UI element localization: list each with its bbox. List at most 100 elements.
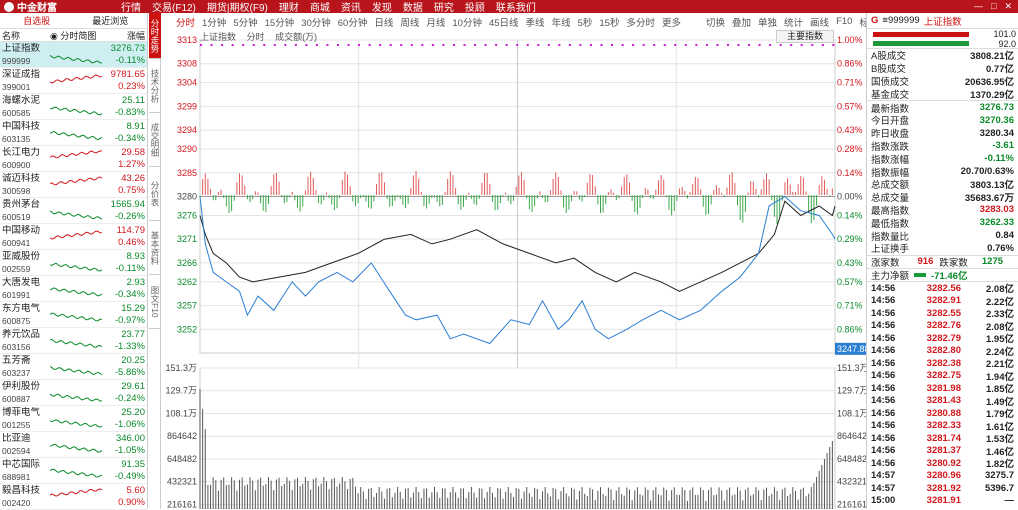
period-tab[interactable]: 15分钟: [265, 15, 295, 29]
menu-item[interactable]: 投顾: [465, 0, 485, 14]
stock-row[interactable]: 毅昌科技 002420 5.60 0.90%: [0, 484, 147, 510]
netflow-value: -71.46亿: [931, 270, 968, 282]
period-tab[interactable]: 5分钟: [233, 15, 257, 29]
menu-item[interactable]: 行情: [121, 0, 141, 14]
stock-change: -0.11%: [115, 262, 145, 274]
period-tab[interactable]: 30分钟: [301, 15, 331, 29]
stock-row[interactable]: 深证成指 399001 9781.65 0.23%: [0, 68, 147, 94]
main-index-button[interactable]: 主要指数: [776, 30, 834, 43]
menu-item[interactable]: 资讯: [341, 0, 361, 14]
market-stats: A股成交 3808.21亿 B股成交 0.77亿 国债成交 20636.95亿 基金成交 13…: [867, 49, 1018, 100]
signal-dot: [474, 44, 477, 46]
stock-row[interactable]: 中国移动 600941 114.79 0.46%: [0, 224, 147, 250]
sparkline-line: [50, 443, 102, 453]
stock-name: 中国移动: [2, 224, 41, 236]
pct-tick-label: 0.00%: [837, 192, 863, 202]
tick-row: 14:57 3281.92 5396.7: [867, 482, 1018, 495]
pct-tick-label: 1.00%: [837, 35, 863, 45]
tick-time: 14:57: [871, 482, 896, 494]
sparkline-line: [50, 73, 102, 84]
period-tab[interactable]: 分时: [176, 15, 195, 29]
tick-price: 3282.55: [926, 307, 961, 319]
stat-row: 指数振幅 20.70/0.63%: [867, 165, 1018, 179]
tool-tab[interactable]: 切换: [706, 15, 725, 29]
tool-tab[interactable]: 单独: [758, 15, 777, 29]
period-tab[interactable]: 5秒: [578, 15, 593, 29]
tool-tab[interactable]: 画线: [810, 15, 829, 29]
tool-tab[interactable]: F10: [836, 16, 852, 27]
tab-watchlist[interactable]: 自选股: [0, 14, 74, 27]
signal-dot: [800, 44, 803, 46]
stock-row[interactable]: 上证指数 999999 3276.73 -0.11%: [0, 42, 147, 68]
menu-item[interactable]: 研究: [434, 0, 454, 14]
menu-item[interactable]: 理财: [279, 0, 299, 14]
stock-row[interactable]: 博菲电气 001255 25.20 -1.06%: [0, 406, 147, 432]
period-tab[interactable]: 45日线: [489, 15, 519, 29]
stock-row[interactable]: 贵州茅台 600519 1565.94 -0.26%: [0, 198, 147, 224]
stock-price: 43.26: [121, 172, 145, 184]
stock-name: 养元饮品: [2, 328, 41, 340]
period-tab[interactable]: 年线: [552, 15, 571, 29]
period-tab[interactable]: 15秒: [599, 15, 619, 29]
tick-time: 14:56: [871, 420, 896, 431]
tick-price: 3281.92: [926, 482, 961, 494]
stock-row[interactable]: 诚迈科技 300598 43.26 0.75%: [0, 172, 147, 198]
stock-price: 9781.65: [110, 68, 145, 80]
top-menu-bar: 中金财富 行情 交易(F12) 期货|期权(F9) 理财 商城 资讯 发现 数据 研究 投顾 联系我…: [0, 0, 1018, 14]
pct-tick-label: 0.86%: [837, 59, 863, 69]
close-icon[interactable]: ✕: [1004, 1, 1012, 12]
stock-sparkline: [50, 338, 102, 348]
period-tab[interactable]: 10分钟: [452, 15, 482, 29]
tool-tab[interactable]: 统计: [784, 15, 803, 29]
stock-row[interactable]: 比亚迪 002594 346.00 -1.05%: [0, 432, 147, 458]
stat-row: 指数涨跌 -3.61: [867, 140, 1018, 153]
logo-icon: [4, 1, 14, 12]
stock-row[interactable]: 伊利股份 600887 29.61 -0.24%: [0, 380, 147, 406]
stock-row[interactable]: 中国科技 603135 8.91 -0.34%: [0, 120, 147, 146]
tick-time: 14:56: [871, 407, 896, 419]
maximize-icon[interactable]: □: [991, 1, 996, 12]
menu-item[interactable]: 商城: [310, 0, 330, 14]
col-name[interactable]: 名称: [2, 29, 50, 42]
period-tab[interactable]: 多分时: [626, 15, 655, 29]
period-tab[interactable]: 60分钟: [338, 15, 368, 29]
period-tab[interactable]: 季线: [526, 15, 545, 29]
stock-row[interactable]: 养元饮品 603156 23.77 -1.33%: [0, 328, 147, 354]
intraday-chart[interactable]: 3313 1.00% 3308 0.86% 3304 0.71% 3299 0.57% 3294…: [160, 28, 866, 509]
menu-item[interactable]: 发现: [372, 0, 392, 14]
tick-time: 14:56: [871, 332, 896, 344]
menu-item[interactable]: 交易(F12): [152, 0, 196, 14]
period-tab[interactable]: 更多: [662, 15, 681, 29]
stock-name: 亚威股份: [2, 250, 41, 262]
stock-row[interactable]: 中芯国际 688981 91.35 -0.49%: [0, 458, 147, 484]
stock-code: 600900: [2, 159, 31, 170]
stock-code: 002559: [2, 263, 31, 274]
stock-row[interactable]: 五芳斋 603237 20.25 -5.86%: [0, 354, 147, 380]
stock-price: 2.93: [126, 276, 146, 288]
tick-row: 14:56 3281.74 1.53亿: [867, 432, 1018, 446]
stock-row[interactable]: 长江电力 600900 29.58 1.27%: [0, 146, 147, 172]
stock-row[interactable]: 海螺水泥 600585 25.11 -0.83%: [0, 94, 147, 120]
period-tab[interactable]: 日线: [374, 15, 393, 29]
menu-item[interactable]: 联系我们: [496, 0, 536, 14]
signal-dot: [284, 44, 287, 46]
period-tab[interactable]: 周线: [400, 15, 419, 29]
period-tab[interactable]: 1分钟: [202, 15, 226, 29]
col-chart[interactable]: ◉ 分时简图: [50, 29, 108, 42]
tick-row: 14:56 3282.55 2.33亿: [867, 307, 1018, 321]
tab-recent[interactable]: 最近浏览: [74, 14, 148, 27]
menu-item[interactable]: 期货|期权(F9): [207, 0, 268, 14]
col-change[interactable]: 涨幅: [108, 29, 145, 42]
signal-dot: [589, 44, 592, 46]
signal-dot: [347, 44, 350, 46]
stat-value: 0.76%: [987, 242, 1014, 254]
stock-row[interactable]: 大唐发电 601991 2.93 -0.34%: [0, 276, 147, 302]
stock-row[interactable]: 东方电气 600875 15.29 -0.97%: [0, 302, 147, 328]
tool-tab[interactable]: 叠加: [732, 15, 751, 29]
volume-tick-label-right: 648482: [837, 454, 866, 464]
stock-row[interactable]: 亚威股份 002559 8.93 -0.11%: [0, 250, 147, 276]
minimize-icon[interactable]: —: [974, 1, 983, 12]
period-tab[interactable]: 月线: [426, 15, 445, 29]
stock-sparkline: [50, 209, 102, 219]
menu-item[interactable]: 数据: [403, 0, 423, 14]
